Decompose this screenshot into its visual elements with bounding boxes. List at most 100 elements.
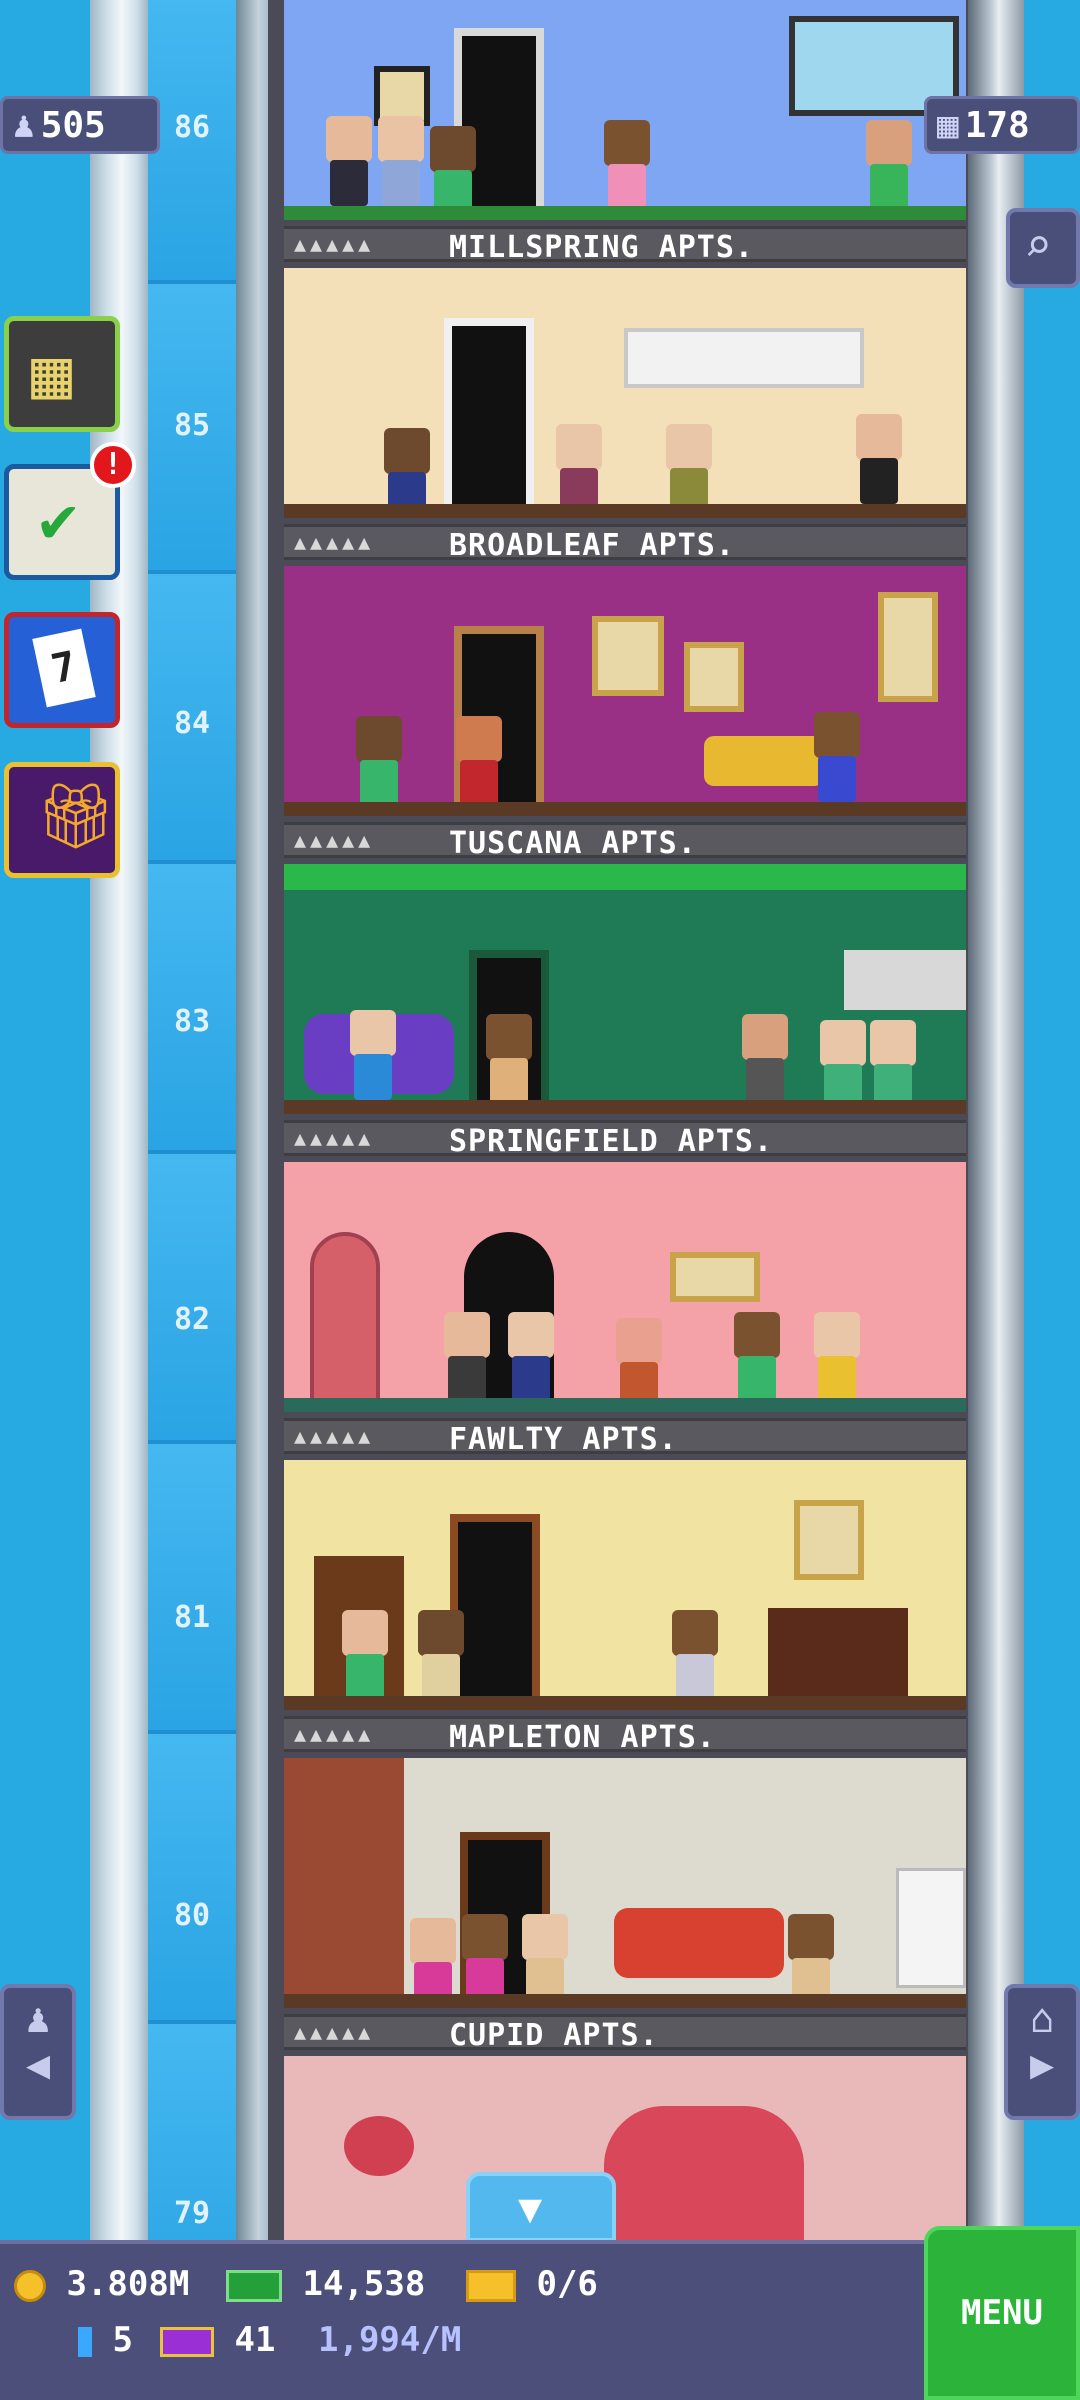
floor-number: 82 xyxy=(173,1302,211,1337)
menu-button[interactable]: MENU xyxy=(924,2226,1080,2400)
resident xyxy=(354,716,404,806)
floor-name: CUPID APTS. xyxy=(449,2018,659,2053)
home-floor-button[interactable]: ⌂ ▶ xyxy=(1004,1984,1080,2120)
resident xyxy=(812,712,862,802)
person-icon: ♟ xyxy=(13,104,35,146)
floor-name: SPRINGFIELD APTS. xyxy=(449,1124,774,1159)
floor-line xyxy=(284,1100,966,1114)
gift-icon: 🎁︎ xyxy=(35,780,117,854)
floor-name: MILLSPRING APTS. xyxy=(449,230,754,265)
resident xyxy=(484,1014,534,1104)
floor-line xyxy=(284,802,966,816)
income-rate: 1,994/M xyxy=(318,2320,462,2360)
star-rating: ▲▲▲▲▲ xyxy=(294,1126,375,1150)
resident xyxy=(664,424,714,514)
floor-banner[interactable]: ▲▲▲▲▲ SPRINGFIELD APTS. xyxy=(284,1120,966,1159)
floor-line xyxy=(284,1696,966,1710)
resident xyxy=(454,716,504,806)
brick-wall xyxy=(284,1758,404,2008)
magnifier-icon: ⌕ xyxy=(1024,218,1052,272)
resident xyxy=(554,424,604,514)
floor-banner[interactable]: ▲▲▲▲▲ MILLSPRING APTS. xyxy=(284,226,966,265)
ticket-icon xyxy=(466,2269,516,2302)
battery-icon xyxy=(78,2326,92,2357)
arrow-left-icon: ◀ xyxy=(25,2042,51,2088)
floor-millspring[interactable] xyxy=(284,0,966,220)
star-rating: ▲▲▲▲▲ xyxy=(294,828,375,852)
floor-line xyxy=(284,206,966,220)
resident xyxy=(670,1610,720,1700)
floor-banner[interactable]: ▲▲▲▲▲ CUPID APTS. xyxy=(284,2014,966,2053)
resident xyxy=(786,1914,836,2004)
floor-banner[interactable]: ▲▲▲▲▲ MAPLETON APTS. xyxy=(284,1716,966,1755)
resident xyxy=(324,116,374,206)
resident xyxy=(428,126,478,216)
resident xyxy=(812,1312,862,1402)
resident xyxy=(460,1914,510,2004)
floor-line xyxy=(284,1398,966,1412)
floor-number: 85 xyxy=(173,408,211,443)
trim xyxy=(284,864,966,890)
tower-right-wall xyxy=(968,0,1024,2240)
battery-display: 5 xyxy=(78,2320,133,2360)
floor-broadleaf[interactable] xyxy=(284,268,966,518)
building-menu-button[interactable]: ▦ xyxy=(4,316,120,432)
sofa xyxy=(704,736,824,786)
side-door xyxy=(310,1232,380,1402)
checklist-icon: ✔ xyxy=(39,483,78,557)
floor-fawlty[interactable] xyxy=(284,1162,966,1412)
bux-icon xyxy=(226,2269,282,2302)
scroll-down-button[interactable]: ▼ xyxy=(466,2172,616,2242)
floor-tuscana[interactable] xyxy=(284,566,966,816)
floor-79[interactable] xyxy=(284,2056,966,2240)
cabinets xyxy=(844,950,966,1010)
floors-counter[interactable]: ▦ 178 xyxy=(924,96,1080,154)
star-rating: ▲▲▲▲▲ xyxy=(294,1424,375,1448)
painting xyxy=(794,1500,864,1580)
floor-number: 83 xyxy=(173,1004,211,1039)
calendar-icon: 7 xyxy=(32,628,96,708)
prev-floor-button[interactable]: ♟ ◀ xyxy=(0,1984,76,2120)
bux-display: 14,538 xyxy=(226,2264,425,2304)
tickets-display: 0/6 xyxy=(466,2264,598,2304)
floor-banner[interactable]: ▲▲▲▲▲ BROADLEAF APTS. xyxy=(284,524,966,563)
coin-icon xyxy=(14,2269,46,2302)
resident xyxy=(520,1914,570,2004)
floor-number: 81 xyxy=(173,1600,211,1635)
floor-mapleton[interactable] xyxy=(284,1460,966,1710)
search-button[interactable]: ⌕ xyxy=(1006,208,1080,288)
resident xyxy=(348,1010,398,1100)
fridge xyxy=(896,1868,966,1988)
bottom-hud: 3.808M 14,538 0/6 5 41 1,994/M xyxy=(0,2240,1080,2400)
resident xyxy=(506,1312,556,1402)
resident xyxy=(818,1020,868,1110)
star-rating: ▲▲▲▲▲ xyxy=(294,2020,375,2044)
elevator-shaft[interactable]: 86 85 84 83 82 81 80 79 xyxy=(148,0,236,2310)
resident xyxy=(376,116,426,206)
population-counter[interactable]: ♟ 505 xyxy=(0,96,160,154)
resident xyxy=(614,1318,664,1408)
calendar-button[interactable]: 7 xyxy=(4,612,120,728)
floor-cupid[interactable] xyxy=(284,1758,966,2008)
floor-banner[interactable]: ▲▲▲▲▲ TUSCANA APTS. xyxy=(284,822,966,861)
building-icon: ▦ xyxy=(31,335,72,414)
resident xyxy=(868,1020,918,1110)
heart-bed xyxy=(604,2106,804,2240)
painting xyxy=(684,642,744,712)
floor-springfield[interactable] xyxy=(284,864,966,1114)
gift-button[interactable]: 🎁︎ xyxy=(4,762,120,878)
floor-banner[interactable]: ▲▲▲▲▲ FAWLTY APTS. xyxy=(284,1418,966,1457)
building-icon: ▦ xyxy=(937,104,959,146)
resident xyxy=(740,1014,790,1104)
shaft-segment xyxy=(148,1440,236,1730)
shaft-segment xyxy=(148,1150,236,1440)
star-rating: ▲▲▲▲▲ xyxy=(294,1722,375,1746)
coins-display: 3.808M xyxy=(14,2264,189,2304)
door xyxy=(444,318,534,508)
notification-badge: ! xyxy=(90,442,136,488)
floor-number: 80 xyxy=(173,1898,211,1933)
floor-name: FAWLTY APTS. xyxy=(449,1422,678,1457)
painting xyxy=(670,1252,760,1302)
resident xyxy=(340,1610,390,1700)
floor-line xyxy=(284,504,966,518)
